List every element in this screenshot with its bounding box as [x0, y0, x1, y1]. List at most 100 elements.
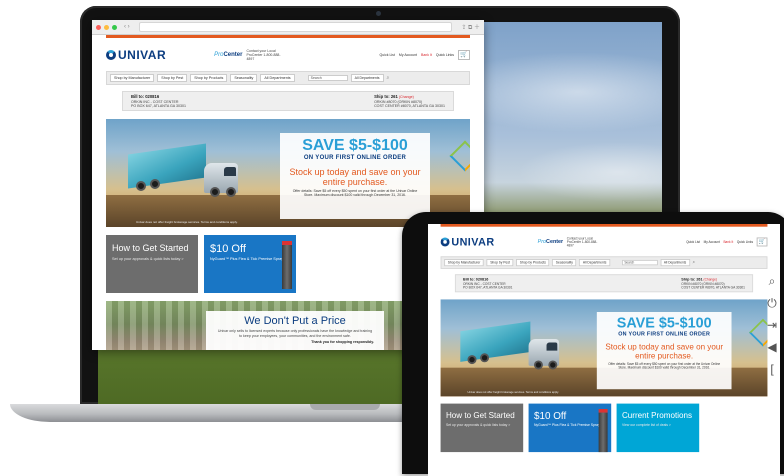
- search-icon[interactable]: ⌕: [693, 260, 696, 265]
- quick-list-link[interactable]: Quick List: [380, 53, 395, 57]
- procenter-logo: ProCenter: [214, 52, 243, 58]
- diamond-graphic: [449, 140, 470, 172]
- minimize-window-button[interactable]: [104, 24, 109, 30]
- change-ship-link[interactable]: (Change): [399, 95, 414, 99]
- univar-logo[interactable]: UNIVAR: [440, 236, 495, 248]
- promo-tiles: How to Get Started Set up your approvals…: [440, 403, 768, 453]
- promo-stock-up: Stock up today and save on your entire p…: [605, 342, 724, 361]
- search-icon[interactable]: ⌕: [387, 75, 390, 81]
- how-to-get-started-tile[interactable]: How to Get Started Set up your approvals…: [440, 403, 524, 453]
- promo-save: SAVE $5-$100: [302, 137, 408, 154]
- univar-site-tablet: UNIVAR ProCenter Contact your Local ProC…: [428, 224, 780, 453]
- truck-window: [224, 167, 236, 176]
- ten-off-tile[interactable]: $10 Off NyGuard™ Plus Flea & Tick Premis…: [528, 403, 612, 453]
- top-stripe: [440, 224, 768, 227]
- truck-window: [546, 342, 558, 351]
- promo-first-order: ON YOUR FIRST ONLINE ORDER: [618, 331, 711, 338]
- header-links: Quick List My Account Bank It Quick Link…: [380, 50, 470, 60]
- nav-all-departments[interactable]: All Departments: [260, 74, 295, 82]
- cart-icon[interactable]: 🛒: [756, 237, 768, 247]
- browser-toolbar: ‹ › ⇪ ⧉ ＋: [92, 20, 484, 35]
- promo-box: SAVE $5-$100 ON YOUR FIRST ONLINE ORDER …: [596, 312, 732, 390]
- procenter-logo: ProCenter: [537, 239, 564, 245]
- bill-to: Bill to: 020816 ORKIN INC - COST CENTER …: [131, 94, 186, 108]
- account-bar: Bill to: 020816 ORKIN INC - COST CENTER …: [454, 274, 754, 293]
- site-nav: Shop by Manufacturer Shop by Pest Shop b…: [440, 256, 768, 269]
- maximize-window-button[interactable]: [112, 24, 117, 30]
- ship-to: Ship to: 261 (Change) ORKIN #8070 (ORKIN…: [681, 276, 745, 290]
- nav-shop-by-manufacturer[interactable]: Shop by Manufacturer: [110, 74, 155, 82]
- my-account-link[interactable]: My Account: [399, 53, 417, 57]
- tablet: UNIVAR ProCenter Contact your Local ProC…: [402, 212, 784, 476]
- camera-icon: [376, 11, 381, 16]
- spray-can-image: [282, 241, 292, 289]
- truck-wheel: [467, 355, 477, 365]
- bank-it-link[interactable]: Bank It: [723, 240, 733, 244]
- hero-caption: Univar does not offer freight brokerage …: [136, 220, 238, 224]
- tablet-screen: UNIVAR ProCenter Contact your Local ProC…: [428, 224, 780, 476]
- search-input[interactable]: Search: [307, 75, 348, 81]
- quick-list-link[interactable]: Quick List: [686, 240, 700, 244]
- power-icon[interactable]: ⏻: [762, 292, 782, 314]
- contact-text: Contact your Local ProCenter 1-800-888-4…: [566, 236, 598, 248]
- cart-icon[interactable]: 🛒: [458, 50, 470, 60]
- share-icon[interactable]: ⇪ ⧉ ＋: [461, 22, 480, 32]
- nav-shop-by-pest[interactable]: Shop by Pest: [486, 259, 514, 267]
- truck-wheel: [136, 181, 146, 191]
- bank-it-link[interactable]: Bank It: [421, 53, 432, 57]
- logout-icon[interactable]: ⇥: [762, 314, 782, 336]
- promo-box: SAVE $5-$100 ON YOUR FIRST ONLINE ORDER …: [280, 133, 430, 219]
- truck-wheel: [548, 360, 558, 370]
- laptop-notch: [310, 404, 380, 410]
- url-bar[interactable]: [138, 22, 453, 32]
- ten-off-tile[interactable]: $10 Off NyGuard™ Plus Flea & Tick Premis…: [204, 235, 296, 293]
- department-select[interactable]: All Departments: [660, 259, 690, 267]
- promo-save: SAVE $5-$100: [616, 315, 712, 331]
- back-forward-icon[interactable]: ‹ ›: [124, 24, 130, 30]
- univar-logo[interactable]: UNIVAR: [106, 48, 166, 62]
- bill-to: Bill to: 020816 ORKIN INC - COST CENTER …: [463, 276, 513, 290]
- site-nav: Shop by Manufacturer Shop by Pest Shop b…: [106, 71, 470, 85]
- department-select[interactable]: All Departments: [350, 74, 384, 82]
- univar-logo-icon: [106, 50, 116, 60]
- back-icon[interactable]: ◀: [762, 336, 782, 358]
- current-promotions-tile[interactable]: Current Promotions View our complete lis…: [616, 403, 700, 453]
- truck-wheel: [210, 187, 220, 197]
- side-icon-panel: ⌕ ⏻ ⇥ ◀ [: [762, 270, 782, 380]
- site-header: UNIVAR ProCenter Contact your Local ProC…: [428, 232, 780, 252]
- truck-wheel: [533, 360, 543, 370]
- hero-banner[interactable]: SAVE $5-$100 ON YOUR FIRST ONLINE ORDER …: [440, 299, 768, 397]
- spray-can-image: [598, 408, 608, 453]
- promo-offer-details: Offer details: Save $5 off every $50 spe…: [292, 189, 418, 197]
- hero-banner[interactable]: SAVE $5-$100 ON YOUR FIRST ONLINE ORDER …: [106, 119, 470, 227]
- quick-links-link[interactable]: Quick Links: [436, 53, 454, 57]
- nav-shop-by-products[interactable]: Shop by Products: [190, 74, 228, 82]
- nav-shop-by-products[interactable]: Shop by Products: [516, 259, 550, 267]
- price-box: We Don't Put a Price Univar only sells t…: [206, 311, 384, 350]
- search-icon[interactable]: ⌕: [762, 270, 782, 292]
- nav-shop-by-manufacturer[interactable]: Shop by Manufacturer: [444, 259, 484, 267]
- quick-links-link[interactable]: Quick Links: [737, 240, 753, 244]
- nav-seasonality[interactable]: Seasonality: [552, 259, 577, 267]
- ship-to: Ship to: 261 (Change) ORKIN #8070 (ORKIN…: [374, 94, 445, 108]
- top-stripe: [106, 35, 470, 38]
- header-links: Quick List My Account Bank It Quick Link…: [686, 237, 768, 247]
- site-header: UNIVAR ProCenter Contact your Local ProC…: [92, 44, 484, 66]
- account-bar: Bill to: 020816 ORKIN INC - COST CENTER …: [122, 91, 454, 111]
- bracket-icon[interactable]: [: [762, 358, 782, 380]
- truck-wheel: [226, 187, 236, 197]
- how-to-get-started-tile[interactable]: How to Get Started Set up your approvals…: [106, 235, 198, 293]
- truck-wheel: [150, 179, 160, 189]
- truck-wheel: [480, 353, 490, 363]
- my-account-link[interactable]: My Account: [704, 240, 720, 244]
- close-window-button[interactable]: [96, 24, 101, 30]
- promo-first-order: ON YOUR FIRST ONLINE ORDER: [303, 155, 407, 161]
- nav-shop-by-pest[interactable]: Shop by Pest: [157, 74, 188, 82]
- nav-seasonality[interactable]: Seasonality: [230, 74, 258, 82]
- search-input[interactable]: Search: [621, 259, 658, 266]
- nav-all-departments[interactable]: All Departments: [579, 259, 610, 267]
- promo-stock-up: Stock up today and save on your entire p…: [289, 167, 421, 187]
- hero-caption: Univar does not offer freight brokerage …: [467, 390, 559, 394]
- promo-offer-details: Offer details: Save $5 off every $50 spe…: [608, 362, 721, 370]
- univar-logo-icon: [440, 237, 450, 247]
